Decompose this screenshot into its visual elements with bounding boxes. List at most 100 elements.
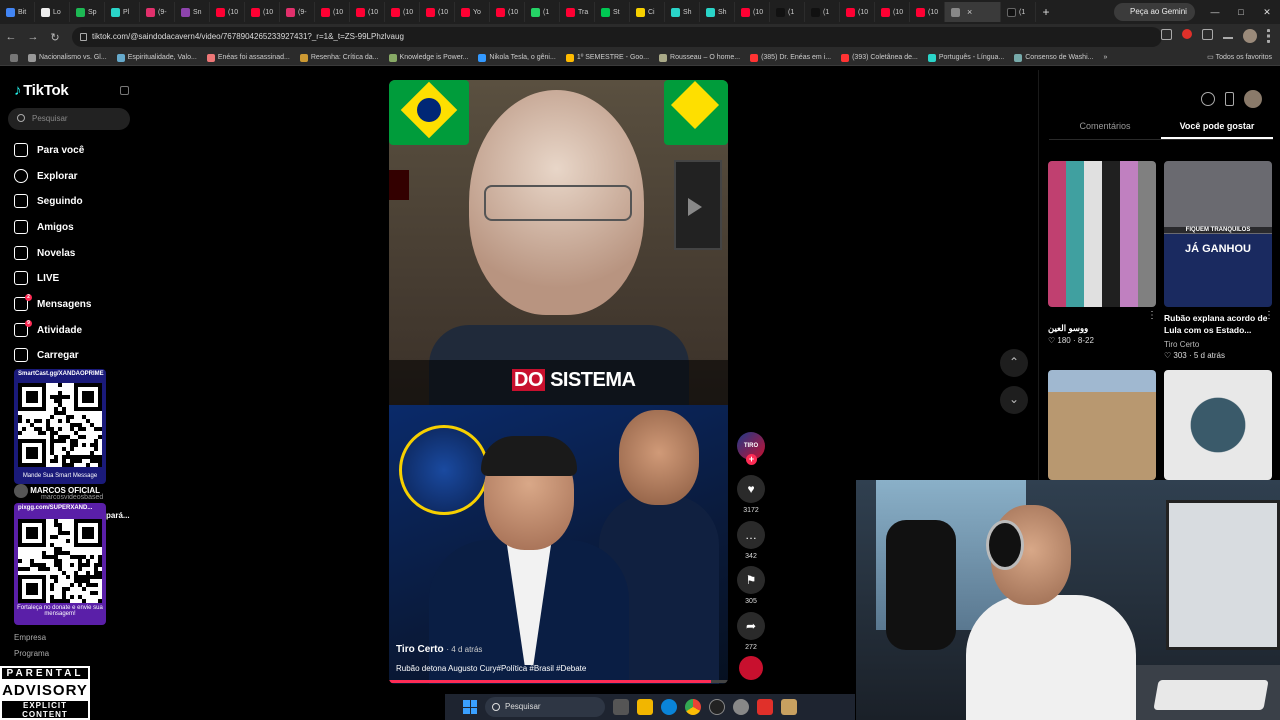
browser-tab[interactable]: Yo: [455, 2, 490, 22]
new-tab-button[interactable]: +: [1036, 5, 1056, 19]
sidebar-item-novelas[interactable]: Novelas: [14, 246, 75, 260]
url-field[interactable]: tiktok.com/@saindodacavern4/video/767890…: [72, 27, 1162, 47]
bookmark-item[interactable]: 1º SEMESTRE - Goo...: [565, 53, 649, 62]
share-button[interactable]: ➦ 272: [736, 612, 766, 651]
comment-icon[interactable]: …: [737, 521, 765, 549]
profile-avatar[interactable]: [1243, 29, 1257, 43]
browser-tab[interactable]: (10: [420, 2, 455, 22]
bookmark-item[interactable]: Resenha: Crítica da...: [299, 53, 379, 62]
browser-tab[interactable]: (10: [875, 2, 910, 22]
gemini-button[interactable]: Peça ao Gemini: [1114, 3, 1195, 21]
tab-voce-pode-gostar[interactable]: Você pode gostar: [1161, 116, 1273, 139]
windows-start-icon[interactable]: [463, 700, 477, 714]
browser-tab[interactable]: Ci: [630, 2, 665, 22]
sidebar-item-atividade[interactable]: 9 Atividade: [14, 320, 82, 337]
footer-empresa[interactable]: Empresa: [14, 633, 46, 642]
bookmark-icon[interactable]: ⚑: [737, 566, 765, 594]
sidebar-item-amigos[interactable]: Amigos: [14, 220, 74, 234]
recommended-video-4[interactable]: [1164, 370, 1272, 480]
menu-icon[interactable]: [1267, 29, 1270, 43]
recommended-video-2[interactable]: FIQUEM TRANQUILOS JÁ GANHOU: [1164, 161, 1272, 307]
app-red-icon[interactable]: [757, 699, 773, 715]
bookmark-item[interactable]: (393) Coletânea de...: [841, 53, 918, 62]
sidebar-item-live[interactable]: LIVE: [14, 271, 59, 285]
browser-tab-active[interactable]: ×: [945, 2, 1001, 22]
bookmark-item[interactable]: Espiritualidade, Valo...: [116, 53, 197, 62]
extensions-icon[interactable]: [1202, 29, 1213, 40]
coin-icon[interactable]: [1201, 92, 1215, 106]
close-tab-icon[interactable]: ×: [967, 7, 972, 17]
sidebar-item-carregar[interactable]: Carregar: [14, 348, 79, 362]
browser-tab[interactable]: (9-: [280, 2, 315, 22]
recommended-video-1[interactable]: [1048, 161, 1156, 307]
all-bookmarks[interactable]: ▭ Todos os favoritos: [1207, 53, 1272, 61]
download-icon[interactable]: [1223, 29, 1233, 39]
forward-icon[interactable]: →: [22, 31, 44, 43]
settings-icon[interactable]: [733, 699, 749, 715]
back-icon[interactable]: ←: [0, 31, 22, 43]
browser-tab[interactable]: Sh: [665, 2, 700, 22]
bookmark-item[interactable]: Nacionalismo vs. Gl...: [28, 53, 107, 62]
video-1-title[interactable]: ووسو العين: [1048, 322, 1088, 334]
taskbar-search[interactable]: Pesquisar: [485, 697, 605, 717]
video-2-author[interactable]: Tiro Certo: [1164, 340, 1199, 349]
browser-tab[interactable]: (10: [385, 2, 420, 22]
bookmark-item[interactable]: Enéas foi assassinad...: [206, 53, 290, 62]
video-2-title[interactable]: Rubão explana acordo de Lula com os Esta…: [1164, 312, 1272, 336]
browser-tab[interactable]: Lo: [35, 2, 70, 22]
bookmark-star-icon[interactable]: [1161, 29, 1172, 40]
browser-tab[interactable]: (10: [315, 2, 350, 22]
video-2-more-icon[interactable]: ⋮: [1264, 310, 1274, 321]
comment-button[interactable]: … 342: [736, 521, 766, 560]
browser-tab[interactable]: (1: [1001, 2, 1036, 22]
browser-tab[interactable]: (1: [770, 2, 805, 22]
collapse-sidebar-icon[interactable]: [120, 86, 129, 95]
user-avatar[interactable]: [1244, 90, 1262, 108]
browser-tab[interactable]: (10: [210, 2, 245, 22]
reload-icon[interactable]: ↻: [44, 31, 66, 44]
browser-tab[interactable]: Pl: [105, 2, 140, 22]
close-window-button[interactable]: ✕: [1254, 0, 1280, 24]
share-icon[interactable]: ➦: [737, 612, 765, 640]
video-progress-bar[interactable]: [389, 680, 728, 683]
minimize-button[interactable]: —: [1202, 0, 1228, 24]
video-1-more-icon[interactable]: ⋮: [1147, 310, 1157, 321]
apps-icon[interactable]: [10, 53, 18, 62]
bookmark-item[interactable]: Nikola Tesla, o gêni...: [478, 53, 556, 62]
author-avatar-button[interactable]: TIRO +: [736, 432, 766, 465]
browser-tab[interactable]: (10: [350, 2, 385, 22]
browser-tab[interactable]: Sh: [700, 2, 735, 22]
chrome-icon[interactable]: [685, 699, 701, 715]
sidebar-item-seguindo[interactable]: Seguindo: [14, 194, 83, 208]
like-button[interactable]: ♥ 3172: [736, 475, 766, 514]
video-player[interactable]: DO SISTEMA Tiro Certo · 4 d atrás Rubão …: [389, 80, 728, 684]
edge-icon[interactable]: [661, 699, 677, 715]
file-explorer-icon[interactable]: [637, 699, 653, 715]
browser-tab[interactable]: Bit: [0, 2, 35, 22]
obs-icon[interactable]: [709, 699, 725, 715]
bookmarks-more-icon[interactable]: »: [1103, 54, 1107, 61]
app-gold-icon[interactable]: [781, 699, 797, 715]
browser-tab[interactable]: (10: [840, 2, 875, 22]
device-icon[interactable]: [1225, 92, 1234, 106]
previous-video-button[interactable]: ⌃: [1000, 349, 1028, 377]
bookmark-item[interactable]: Rousseau – O home...: [659, 53, 740, 62]
browser-tab[interactable]: (9-: [140, 2, 175, 22]
bookmark-item[interactable]: Consenso de Washi...: [1014, 53, 1093, 62]
bookmark-item[interactable]: Knowledge is Power...: [388, 53, 468, 62]
tab-comentarios[interactable]: Comentários: [1049, 116, 1161, 139]
video-author[interactable]: Tiro Certo · 4 d atrás: [396, 644, 482, 655]
sidebar-item-para-voc-[interactable]: Para você: [14, 143, 84, 157]
video-author-name[interactable]: Tiro Certo: [396, 644, 444, 655]
bookmark-item[interactable]: Português - Língua...: [927, 53, 1004, 62]
browser-tab[interactable]: St: [595, 2, 630, 22]
browser-tab[interactable]: Sn: [175, 2, 210, 22]
follow-plus-icon[interactable]: +: [746, 454, 757, 465]
tiktok-logo[interactable]: ♪ TikTok: [14, 82, 69, 99]
author-avatar[interactable]: TIRO +: [737, 432, 765, 465]
sidebar-item-explorar[interactable]: Explorar: [14, 169, 78, 183]
extension-red-icon[interactable]: [1182, 29, 1192, 39]
browser-tab[interactable]: (1: [525, 2, 560, 22]
recommended-video-3[interactable]: [1048, 370, 1156, 480]
browser-tab[interactable]: (10: [735, 2, 770, 22]
